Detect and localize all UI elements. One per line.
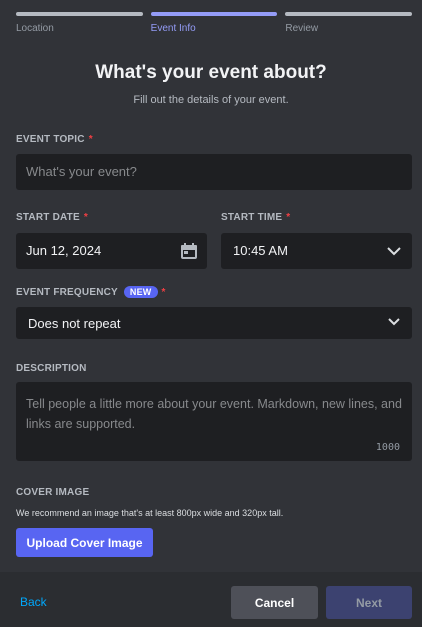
description-label: DESCRIPTION	[16, 363, 87, 374]
new-badge: NEW	[123, 286, 158, 298]
page-subtitle: Fill out the details of your event.	[133, 94, 289, 106]
step-label: Location	[16, 23, 54, 34]
required-marker: *	[83, 212, 88, 223]
step-event-info: Event Info	[150, 12, 278, 34]
event-topic-label: EVENT TOPIC *	[16, 134, 93, 145]
description-placeholder: Tell people a little more about your eve…	[26, 397, 402, 431]
modal-footer: Back Cancel Next	[0, 572, 422, 627]
start-date-input[interactable]: Jun 12, 2024	[16, 233, 207, 269]
cover-image-label-text: COVER IMAGE	[16, 487, 90, 498]
modal-header: What's your event about? Fill out the de…	[0, 62, 422, 106]
event-frequency-select[interactable]: Does not repeat	[16, 307, 412, 339]
step-location: Location	[16, 12, 143, 34]
event-topic-input[interactable]: What's your event?	[16, 154, 412, 190]
required-marker: *	[161, 286, 166, 298]
cover-image-label: COVER IMAGE	[16, 487, 89, 498]
event-topic-label-text: EVENT TOPIC	[16, 134, 85, 145]
next-button[interactable]: Next	[326, 586, 412, 619]
start-date-label: START DATE *	[16, 212, 88, 223]
page-title: What's your event about?	[95, 62, 327, 83]
required-marker: *	[88, 134, 93, 145]
event-frequency-value: Does not repeat	[28, 316, 121, 331]
chevron-down-icon	[388, 318, 400, 326]
step-label: Review	[285, 23, 319, 34]
cancel-button[interactable]: Cancel	[231, 586, 318, 619]
upload-cover-image-button[interactable]: Upload Cover Image	[16, 528, 153, 557]
back-link[interactable]: Back	[20, 595, 47, 609]
event-frequency-label: EVENT FREQUENCY NEW *	[16, 286, 166, 298]
step-bar	[285, 12, 413, 16]
event-frequency-label-text: EVENT FREQUENCY	[16, 286, 118, 298]
start-time-label: START TIME *	[221, 212, 290, 223]
step-label: Event Info	[150, 23, 196, 34]
calendar-icon[interactable]	[180, 242, 198, 260]
step-review: Review	[285, 12, 413, 34]
start-date-label-text: START DATE	[16, 212, 80, 223]
cover-image-note: We recommend an image that's at least 80…	[16, 508, 284, 518]
progress-steps: Location Event Info Review	[16, 12, 413, 34]
step-bar	[150, 12, 278, 16]
start-date-value: Jun 12, 2024	[26, 243, 102, 258]
step-bar	[16, 12, 143, 16]
required-marker: *	[286, 212, 291, 223]
event-topic-placeholder: What's your event?	[26, 164, 137, 179]
description-label-text: DESCRIPTION	[16, 363, 87, 374]
chevron-down-icon	[387, 247, 401, 256]
character-limit: 1000	[375, 442, 400, 453]
start-time-select[interactable]: 10:45 AM	[221, 233, 412, 269]
start-time-label-text: START TIME	[221, 212, 283, 223]
description-textarea[interactable]: Tell people a little more about your eve…	[16, 382, 412, 461]
create-event-modal: Location Event Info Review What's your e…	[0, 0, 422, 627]
start-time-value: 10:45 AM	[233, 243, 288, 258]
